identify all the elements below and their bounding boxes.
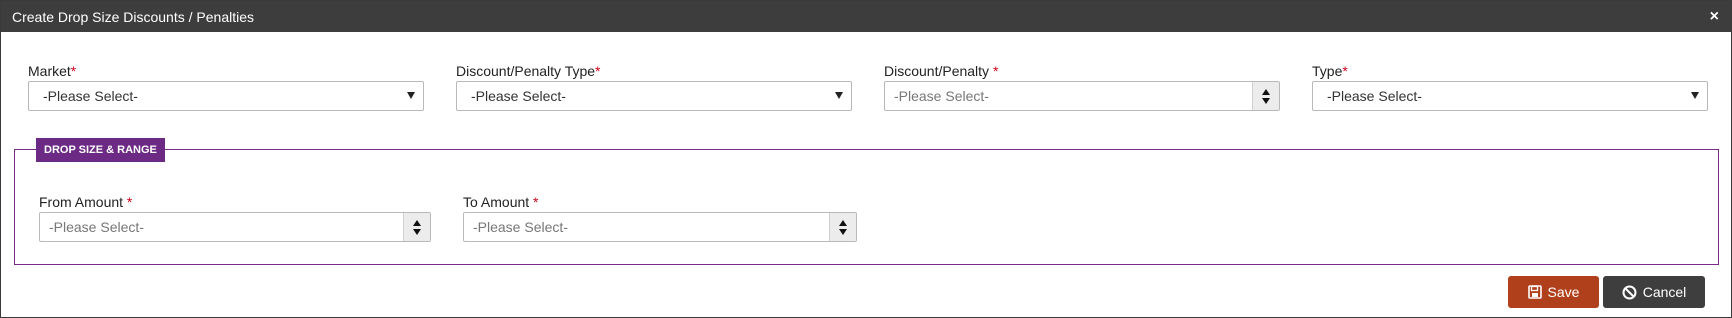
discount-penalty-placeholder: -Please Select- bbox=[894, 88, 989, 104]
spinner-icon[interactable] bbox=[1252, 82, 1279, 110]
dialog-titlebar: Create Drop Size Discounts / Penalties × bbox=[1, 1, 1731, 32]
ban-icon bbox=[1622, 285, 1637, 300]
type-select-value: -Please Select- bbox=[1327, 88, 1422, 104]
section-title: DROP SIZE & RANGE bbox=[36, 138, 165, 162]
spinner-icon[interactable] bbox=[403, 213, 430, 241]
from-amount-placeholder: -Please Select- bbox=[49, 219, 144, 235]
market-field: Market* -Please Select- bbox=[28, 63, 424, 111]
discount-penalty-field: Discount/Penalty * -Please Select- bbox=[884, 63, 1280, 111]
discount-penalty-input[interactable]: -Please Select- bbox=[884, 81, 1280, 111]
from-amount-field: From Amount * -Please Select- bbox=[39, 194, 431, 242]
type-label: Type* bbox=[1312, 63, 1348, 79]
market-label: Market* bbox=[28, 63, 77, 79]
dialog-title: Create Drop Size Discounts / Penalties bbox=[12, 8, 254, 25]
save-button[interactable]: Save bbox=[1508, 276, 1599, 308]
cancel-button[interactable]: Cancel bbox=[1603, 276, 1705, 308]
discount-type-label: Discount/Penalty Type* bbox=[456, 63, 601, 79]
floppy-disk-icon bbox=[1527, 285, 1542, 299]
market-select[interactable]: -Please Select- bbox=[28, 81, 424, 111]
market-select-value: -Please Select- bbox=[43, 88, 138, 104]
cancel-button-label: Cancel bbox=[1642, 284, 1687, 300]
to-amount-label: To Amount * bbox=[463, 194, 539, 210]
discount-penalty-label: Discount/Penalty * bbox=[884, 63, 999, 79]
create-drop-size-dialog: Create Drop Size Discounts / Penalties ×… bbox=[0, 0, 1732, 318]
from-amount-label: From Amount * bbox=[39, 194, 133, 210]
discount-type-select[interactable]: -Please Select- bbox=[456, 81, 852, 111]
spinner-icon[interactable] bbox=[829, 213, 856, 241]
close-icon[interactable]: × bbox=[1710, 8, 1719, 25]
to-amount-field: To Amount * -Please Select- bbox=[463, 194, 857, 242]
caret-down-icon bbox=[1691, 92, 1699, 99]
from-amount-input[interactable]: -Please Select- bbox=[39, 212, 431, 242]
caret-down-icon bbox=[835, 92, 843, 99]
caret-down-icon bbox=[407, 92, 415, 99]
to-amount-placeholder: -Please Select- bbox=[473, 219, 568, 235]
type-select[interactable]: -Please Select- bbox=[1312, 81, 1708, 111]
type-field: Type* -Please Select- bbox=[1312, 63, 1708, 111]
to-amount-input[interactable]: -Please Select- bbox=[463, 212, 857, 242]
discount-type-select-value: -Please Select- bbox=[471, 88, 566, 104]
drop-size-range-section: DROP SIZE & RANGE From Amount * -Please … bbox=[14, 138, 1719, 265]
save-button-label: Save bbox=[1547, 284, 1580, 300]
discount-type-field: Discount/Penalty Type* -Please Select- bbox=[456, 63, 852, 111]
